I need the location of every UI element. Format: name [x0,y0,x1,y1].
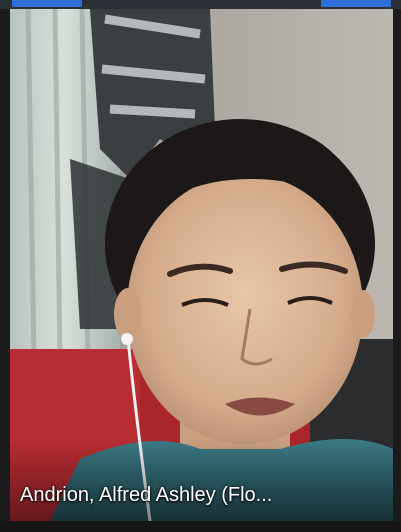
active-speaker-indicator [12,0,82,7]
tile-top-bar [0,0,401,9]
video-frame-image [10,9,393,521]
participant-video-feed [10,9,393,521]
active-speaker-indicator-right [321,0,391,7]
participant-name-label: Andrion, Alfred Ashley (Flo... [20,484,273,506]
participant-video-tile[interactable]: Andrion, Alfred Ashley (Flo... [0,0,401,532]
tile-bottom-bar [0,521,401,532]
